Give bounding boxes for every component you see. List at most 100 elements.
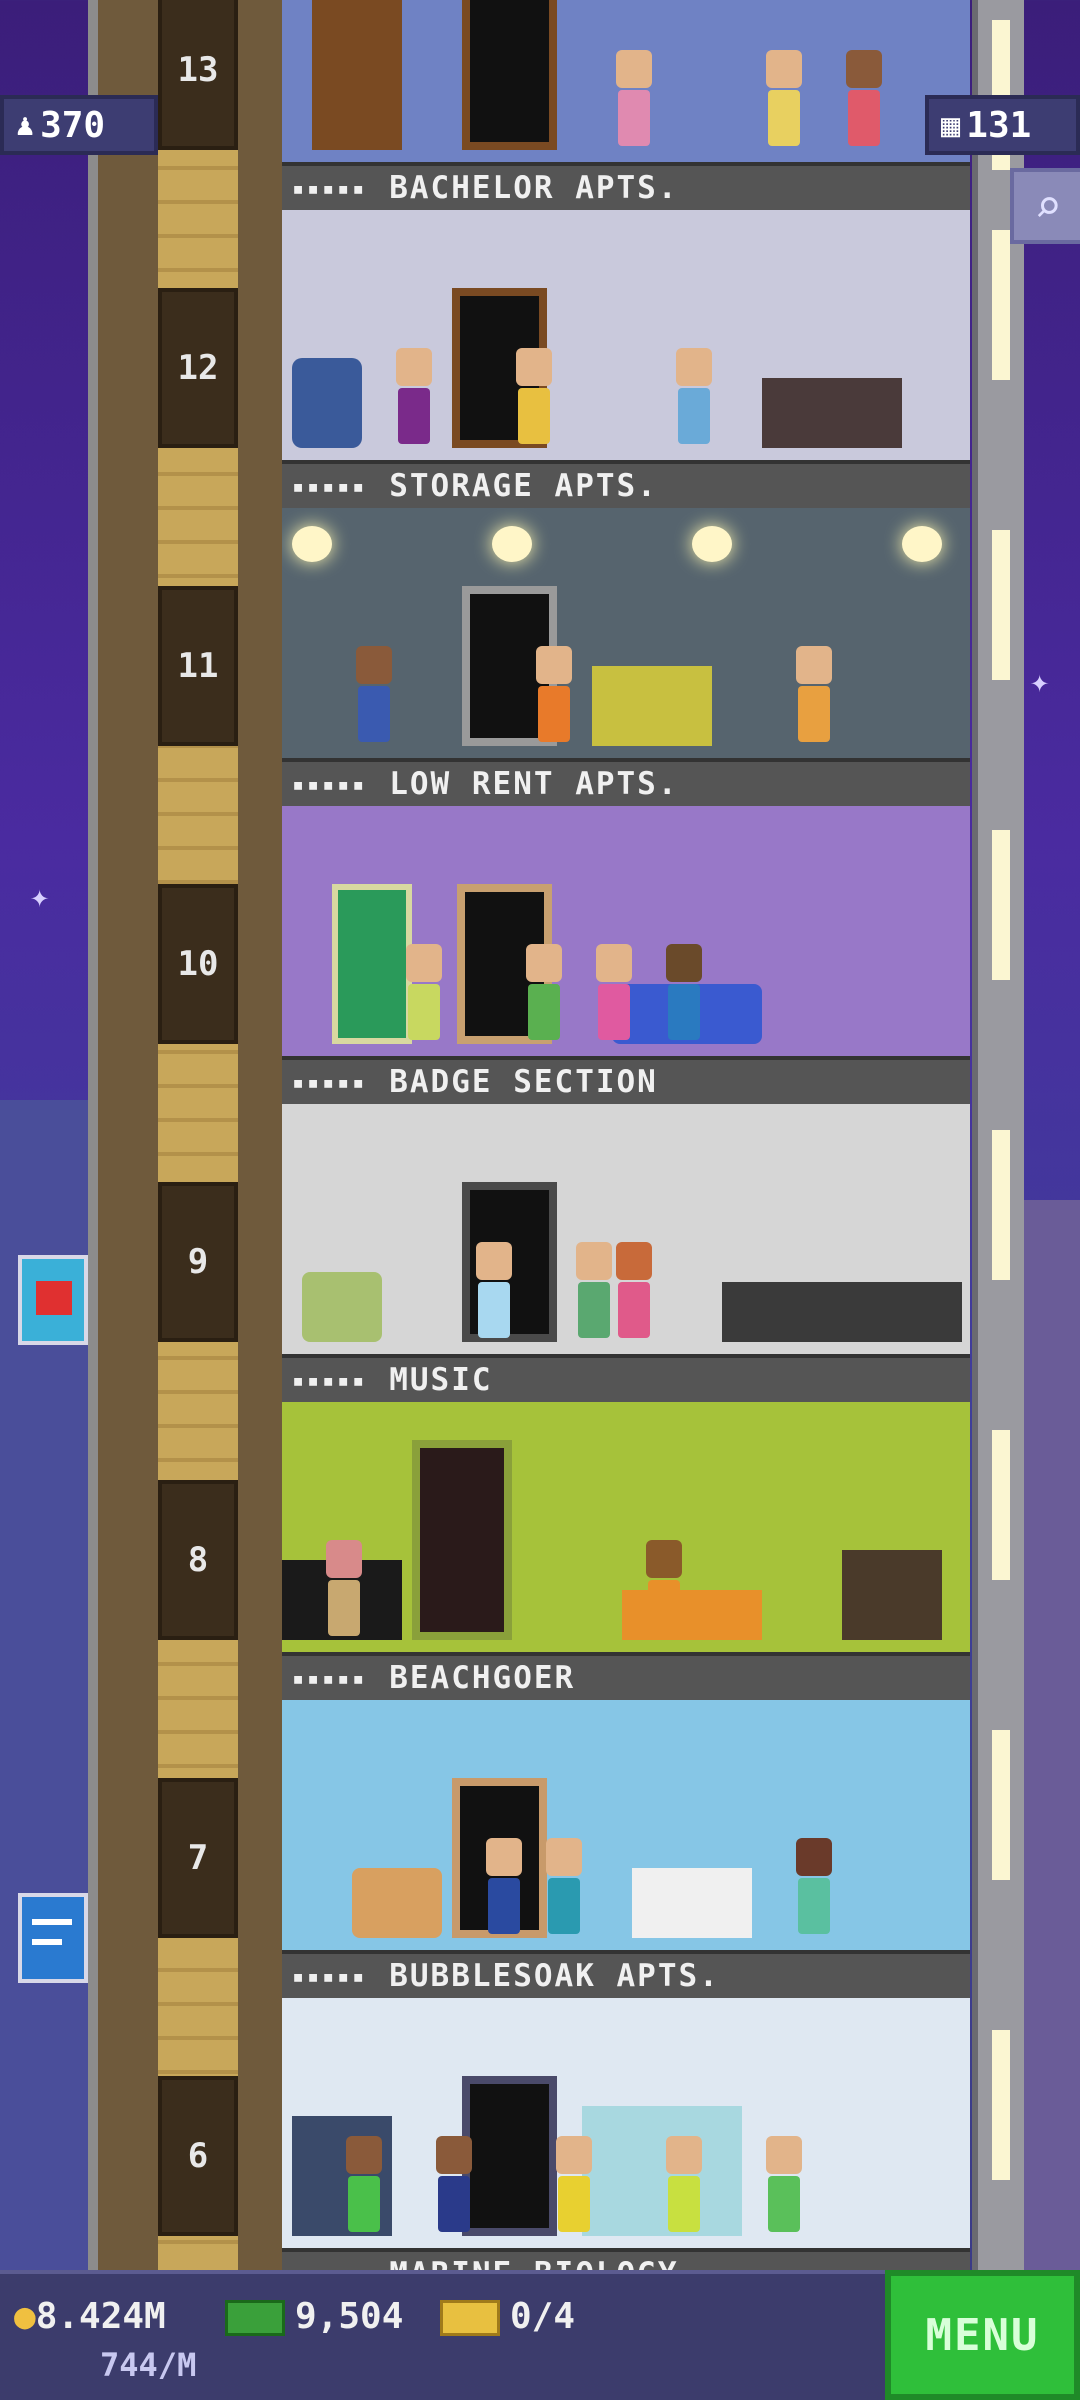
resident [482, 1838, 526, 1938]
resident [402, 944, 446, 1044]
room-doorway [412, 1440, 512, 1640]
floor-banner[interactable]: ▪▪▪▪▪ BACHELOR APTS. [282, 162, 970, 210]
floor-number-7[interactable]: 7 [158, 1778, 238, 1938]
pillar-light [992, 230, 1010, 380]
floor-banner[interactable]: ▪▪▪▪▪ BADGE SECTION [282, 1056, 970, 1104]
note-line [32, 1939, 62, 1945]
ceiling-lamp [292, 526, 332, 562]
menu-button[interactable]: MENU [885, 2270, 1080, 2400]
resident [432, 2136, 476, 2236]
floor-11[interactable]: ▪▪▪▪▪ LOW RENT APTS. [282, 508, 970, 806]
ceiling-lamp [492, 526, 532, 562]
floor-12[interactable]: ▪▪▪▪▪ STORAGE APTS. [282, 210, 970, 508]
sky-star: ✦ [1030, 662, 1050, 700]
search-button[interactable]: ⌕ [1010, 168, 1080, 244]
resident [552, 2136, 596, 2236]
room-interior [282, 806, 970, 1056]
floor-10[interactable]: ▪▪▪▪▪ BADGE SECTION [282, 806, 970, 1104]
floor-7[interactable]: ▪▪▪▪▪ BUBBLESOAK APTS. [282, 1700, 970, 1998]
room-interior [282, 1998, 970, 2248]
bux-icon [225, 2300, 285, 2336]
ticket-stat[interactable]: 0/4 [440, 2296, 575, 2337]
room-interior [282, 1402, 970, 1652]
floor-label: MUSIC [389, 1362, 493, 1398]
ticket-amount: 0/4 [510, 2296, 576, 2337]
coin-stat[interactable]: ●8.424M [14, 2296, 166, 2337]
floor-stars: ▪▪▪▪▪ [292, 1666, 368, 1690]
floor-number-13[interactable]: 13 [158, 0, 238, 150]
resident [572, 1242, 616, 1342]
note-line [32, 1919, 72, 1925]
floor-stars: ▪▪▪▪▪ [292, 1070, 368, 1094]
resident [672, 348, 716, 448]
green-door [332, 884, 412, 1044]
pillar-light [992, 530, 1010, 680]
floor-number-10[interactable]: 10 [158, 884, 238, 1044]
resident [472, 1242, 516, 1342]
resident [842, 50, 886, 150]
floor-number-11[interactable]: 11 [158, 586, 238, 746]
bux-amount: 9,504 [295, 2296, 404, 2337]
floor-count: 131 [966, 104, 1032, 146]
pillar-light [992, 1430, 1010, 1580]
bux-stat[interactable]: 9,504 [225, 2296, 403, 2337]
resident [352, 646, 396, 746]
floor-label: BADGE SECTION [389, 1064, 658, 1100]
floor-8[interactable]: ▪▪▪▪▪ BEACHGOER [282, 1402, 970, 1700]
food-mission-icon[interactable] [18, 1255, 88, 1345]
resident [762, 50, 806, 150]
fireplace [842, 1550, 942, 1640]
building-icon: ▦ [941, 106, 961, 144]
notes-icon[interactable] [18, 1893, 88, 1983]
person-icon: ♟ [16, 107, 35, 143]
floor-stars: ▪▪▪▪▪ [292, 1368, 368, 1392]
floor-stars: ▪▪▪▪▪ [292, 1964, 368, 1988]
resident [662, 944, 706, 1044]
floor-number-6[interactable]: 6 [158, 2076, 238, 2236]
resident [662, 2136, 706, 2236]
floor-label: STORAGE APTS. [389, 468, 658, 504]
room-interior [282, 210, 970, 460]
fries-icon [36, 1281, 72, 1315]
resident [642, 1540, 686, 1640]
floor-label: BEACHGOER [389, 1660, 576, 1696]
floor-number-9[interactable]: 9 [158, 1182, 238, 1342]
bookshelf [312, 0, 402, 150]
armchair [302, 1272, 382, 1342]
room-door [462, 0, 557, 150]
resident [762, 2136, 806, 2236]
resident [792, 1838, 836, 1938]
pillar-light [992, 1730, 1010, 1880]
population-badge[interactable]: ♟ 370 [0, 95, 158, 155]
floor-banner[interactable]: ▪▪▪▪▪ STORAGE APTS. [282, 460, 970, 508]
floor-9[interactable]: ▪▪▪▪▪ MUSIC [282, 1104, 970, 1402]
floor-stars: ▪▪▪▪▪ [292, 474, 368, 498]
pillar-light [992, 830, 1010, 980]
floor-stars: ▪▪▪▪▪ [292, 772, 368, 796]
floor-banner[interactable]: ▪▪▪▪▪ MUSIC [282, 1354, 970, 1402]
floor-label: BACHELOR APTS. [389, 170, 679, 206]
floor-number-8[interactable]: 8 [158, 1480, 238, 1640]
room-interior [282, 508, 970, 758]
population-count: 370 [40, 104, 106, 146]
floor-count-badge[interactable]: ▦ 131 [925, 95, 1080, 155]
room-interior [282, 1104, 970, 1354]
resident [522, 944, 566, 1044]
sofa [632, 1868, 752, 1938]
resident [512, 348, 556, 448]
elevator-shaft[interactable]: 13 12 11 10 9 8 7 6 [88, 0, 302, 2280]
room-interior [282, 1700, 970, 1950]
resident [322, 1540, 366, 1640]
floor-banner[interactable]: ▪▪▪▪▪ BUBBLESOAK APTS. [282, 1950, 970, 1998]
pillar-light [992, 2030, 1010, 2180]
floor-banner[interactable]: ▪▪▪▪▪ LOW RENT APTS. [282, 758, 970, 806]
floor-13[interactable]: ▪▪▪▪▪ BACHELOR APTS. [282, 0, 970, 210]
floor-banner[interactable]: ▪▪▪▪▪ BEACHGOER [282, 1652, 970, 1700]
armchair [352, 1868, 442, 1938]
sofa [762, 378, 902, 448]
floor-label: LOW RENT APTS. [389, 766, 679, 802]
ticket-icon [440, 2300, 500, 2336]
city-background-right [1020, 1200, 1080, 2280]
floor-number-12[interactable]: 12 [158, 288, 238, 448]
floor-6[interactable]: ▪▪▪▪▪ MARINE BIOLOGY [282, 1998, 970, 2296]
